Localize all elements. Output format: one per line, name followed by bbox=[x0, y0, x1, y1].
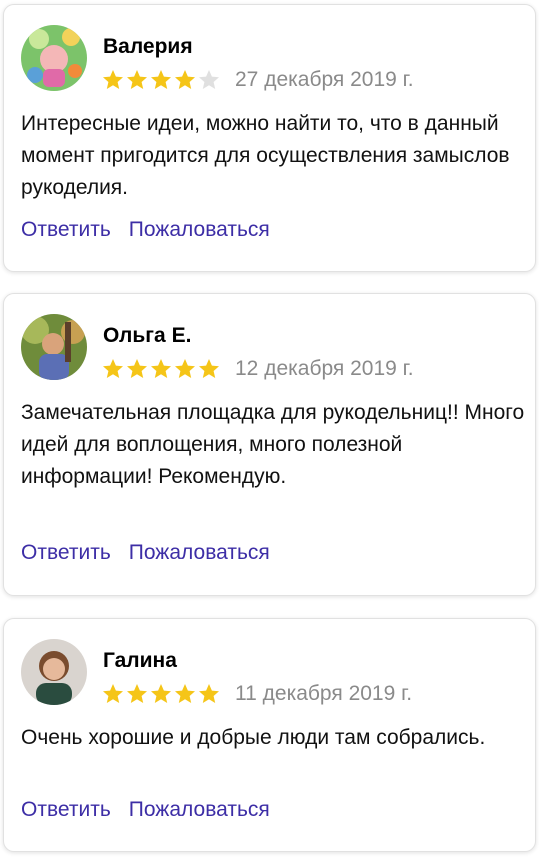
avatar[interactable] bbox=[21, 314, 87, 380]
reply-link[interactable]: Ответить bbox=[21, 217, 111, 243]
report-link[interactable]: Пожаловаться bbox=[129, 797, 270, 823]
star-icon bbox=[151, 684, 171, 703]
star-icon bbox=[151, 70, 171, 89]
report-link[interactable]: Пожаловаться bbox=[129, 540, 270, 566]
review-date: 12 декабря 2019 г. bbox=[235, 357, 414, 380]
star-icon bbox=[199, 70, 219, 89]
review-date: 27 декабря 2019 г. bbox=[235, 68, 414, 91]
reviewer-name: Валерия bbox=[103, 35, 193, 58]
review-text: Интересные идеи, можно найти то, что в д… bbox=[21, 112, 510, 199]
star-icon bbox=[199, 359, 219, 378]
reply-link[interactable]: Ответить bbox=[21, 797, 111, 823]
star-icon bbox=[175, 684, 195, 703]
review-text: Очень хорошие и добрые люди там собралис… bbox=[21, 726, 486, 749]
rating-stars bbox=[101, 682, 221, 708]
avatar[interactable] bbox=[21, 639, 87, 705]
reviewer-name: Ольга Е. bbox=[103, 324, 192, 347]
review-text: Замечательная площадка для рукодельниц!!… bbox=[21, 401, 525, 488]
reviewer-name: Галина bbox=[103, 649, 177, 672]
star-icon bbox=[175, 70, 195, 89]
avatar[interactable] bbox=[21, 25, 87, 91]
review-date: 11 декабря 2019 г. bbox=[235, 682, 413, 705]
star-icon bbox=[127, 684, 147, 703]
review-actions: Ответить Пожаловаться bbox=[21, 797, 288, 823]
star-icon bbox=[103, 684, 123, 703]
star-icon bbox=[151, 359, 171, 378]
review-actions: Ответить Пожаловаться bbox=[21, 540, 288, 566]
rating-stars bbox=[101, 357, 221, 383]
review-card: Галина 11 декабря 2019 г. Очень хорошие … bbox=[3, 618, 536, 852]
report-link[interactable]: Пожаловаться bbox=[129, 217, 270, 243]
reply-link[interactable]: Ответить bbox=[21, 540, 111, 566]
star-icon bbox=[127, 70, 147, 89]
star-icon bbox=[127, 359, 147, 378]
star-icon bbox=[199, 684, 219, 703]
review-actions: Ответить Пожаловаться bbox=[21, 217, 288, 243]
star-icon bbox=[103, 359, 123, 378]
star-icon bbox=[175, 359, 195, 378]
rating-stars bbox=[101, 68, 221, 94]
review-card: Ольга Е. 12 декабря 2019 г. Замечательна… bbox=[3, 293, 536, 596]
star-icon bbox=[103, 70, 123, 89]
review-card: Валерия 27 декабря 2019 г. Интересные ид… bbox=[3, 4, 536, 272]
